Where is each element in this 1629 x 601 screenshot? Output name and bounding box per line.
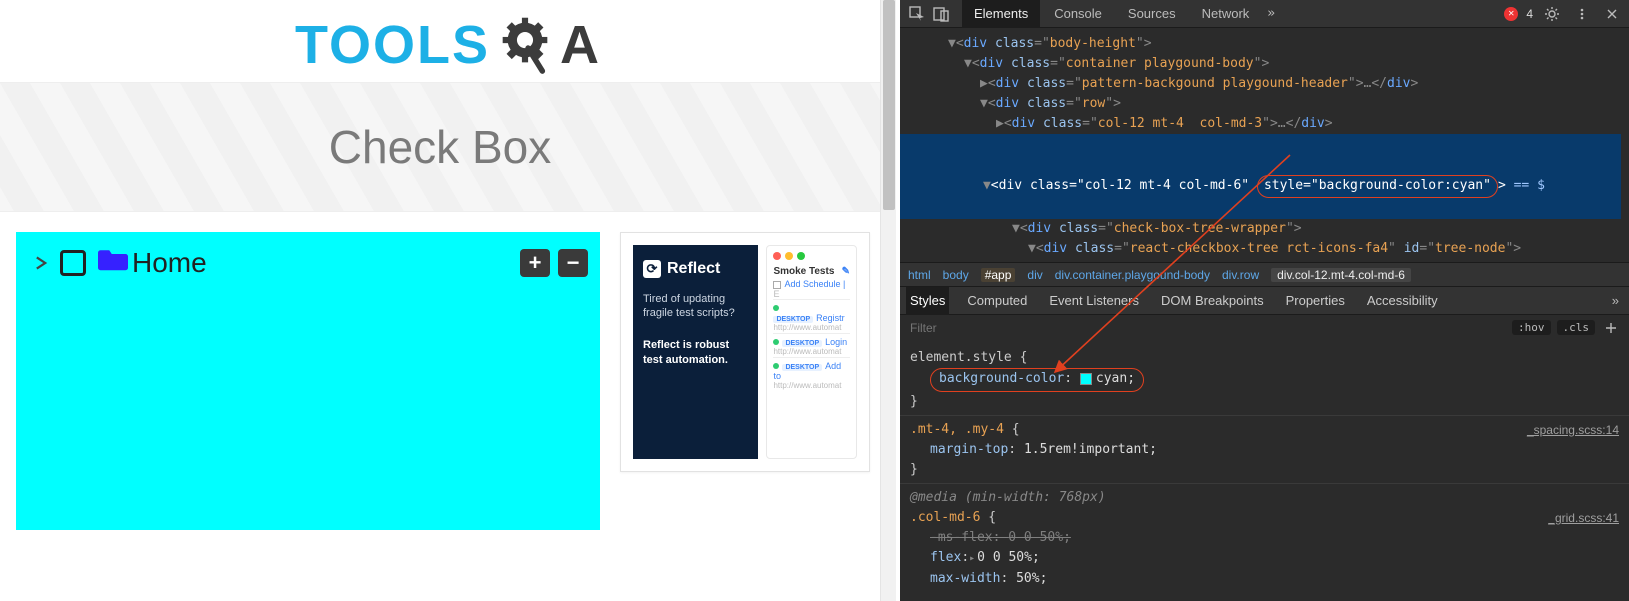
kebab-menu-icon[interactable]	[1571, 3, 1593, 25]
stab-event-listeners[interactable]: Event Listeners	[1045, 287, 1143, 315]
logo-a-text: A	[560, 14, 601, 76]
devtools-topbar: Elements Console Sources Network » ✕ 4	[900, 0, 1629, 28]
scrollbar-thumb[interactable]	[883, 0, 895, 210]
toolsqa-logo: TOOLS	[0, 0, 896, 82]
styles-filter-input[interactable]	[908, 320, 1506, 336]
styles-tabbar: Styles Computed Event Listeners DOM Brea…	[900, 286, 1629, 314]
checkbox-home[interactable]	[60, 250, 86, 276]
tab-network[interactable]: Network	[1190, 0, 1262, 28]
ad-tagline-2b: test automation.	[643, 353, 748, 367]
crumb-body[interactable]: body	[943, 268, 969, 282]
ad-tagline-1: Tired of updating fragile test scripts?	[643, 292, 748, 321]
reflect-logo-icon: ⟳	[643, 260, 661, 278]
dom-tree[interactable]: ▼<div class="body-height"> ▼<div class="…	[900, 28, 1629, 262]
ad-card[interactable]: ⟳ Reflect Tired of updating fragile test…	[620, 232, 870, 472]
logo-tools-text: TOOLS	[295, 14, 490, 76]
crumb-html[interactable]: html	[908, 268, 931, 282]
playground-header: Check Box	[0, 82, 880, 212]
hov-toggle[interactable]: :hov	[1512, 320, 1551, 335]
checkbox-tree-panel: Home + −	[16, 232, 600, 530]
stab-accessibility[interactable]: Accessibility	[1363, 287, 1442, 315]
color-swatch-icon	[1080, 373, 1092, 385]
source-link-spacing[interactable]: _spacing.scss:14	[1527, 420, 1619, 440]
new-style-rule-icon[interactable]	[1601, 318, 1621, 338]
devtools-panel: Elements Console Sources Network » ✕ 4 ▼…	[900, 0, 1629, 601]
dom-selected-node[interactable]: ⋯ ▼<div class="col-12 mt-4 col-md-6" sty…	[900, 134, 1621, 219]
ad-tagline-2a: Reflect is robust	[643, 338, 748, 352]
rule-mt4[interactable]: _spacing.scss:14 .mt-4, .my-4 { margin-t…	[900, 415, 1629, 483]
stab-styles[interactable]: Styles	[906, 287, 949, 315]
scrollbar[interactable]	[880, 0, 896, 601]
error-count[interactable]: 4	[1526, 7, 1533, 21]
tab-elements[interactable]: Elements	[962, 0, 1040, 28]
cls-toggle[interactable]: .cls	[1557, 320, 1596, 335]
error-badge-icon[interactable]: ✕	[1504, 7, 1518, 21]
stab-computed[interactable]: Computed	[963, 287, 1031, 315]
rule-col-md-6[interactable]: @media (min-width: 768px) _grid.scss:41 …	[900, 483, 1629, 590]
crumb-row[interactable]: div.row	[1222, 268, 1259, 282]
dom-breadcrumb[interactable]: html body #app div div.container.playgou…	[900, 262, 1629, 286]
gear-icon[interactable]	[1541, 3, 1563, 25]
styles-more-chevron-icon[interactable]: »	[1608, 287, 1623, 315]
styles-filter-row: :hov .cls	[900, 314, 1629, 340]
stab-dom-breakpoints[interactable]: DOM Breakpoints	[1157, 287, 1268, 315]
tree-toggle[interactable]	[28, 250, 54, 276]
highlighted-style-attr: style="background-color:cyan"	[1257, 175, 1498, 198]
page-title: Check Box	[329, 120, 551, 174]
collapse-all-button[interactable]: −	[558, 249, 588, 277]
tree-node-label[interactable]: Home	[132, 247, 207, 279]
crumb-app[interactable]: #app	[981, 268, 1016, 282]
tab-console[interactable]: Console	[1042, 0, 1114, 28]
crumb-selected[interactable]: div.col-12.mt-4.col-md-6	[1271, 268, 1411, 282]
browser-view: TOOLS	[0, 0, 896, 601]
device-toolbar-icon[interactable]	[930, 3, 952, 25]
more-tabs-chevron-icon[interactable]: »	[1267, 6, 1275, 21]
folder-icon	[98, 246, 128, 280]
expand-all-button[interactable]: +	[520, 249, 550, 277]
close-icon[interactable]	[1601, 3, 1623, 25]
gear-icon-logo	[494, 14, 556, 76]
pencil-icon: ✎	[842, 266, 850, 277]
inspect-element-icon[interactable]	[906, 3, 928, 25]
content-row: Home + − ⟳ Reflect Tired of updating fra…	[0, 212, 880, 530]
stab-properties[interactable]: Properties	[1282, 287, 1349, 315]
traffic-light-icon	[773, 252, 850, 260]
tree-options: + −	[520, 249, 588, 277]
crumb-container[interactable]: div.container.playgound-body	[1055, 268, 1210, 282]
tab-sources[interactable]: Sources	[1116, 0, 1188, 28]
crumb-div1[interactable]: div	[1027, 268, 1042, 282]
rule-element-style[interactable]: element.style { background-color: cyan; …	[900, 344, 1629, 415]
tree-node-home: Home + −	[28, 246, 588, 280]
highlighted-bg-declaration: background-color: cyan;	[930, 368, 1144, 392]
ad-brand-name: Reflect	[667, 259, 720, 280]
ad-right-pane: Smoke Tests ✎ Add Schedule | E DESKTOPRe…	[766, 245, 857, 459]
ad-mini-title: Smoke Tests	[773, 266, 834, 277]
styles-body[interactable]: element.style { background-color: cyan; …	[900, 340, 1629, 590]
source-link-grid[interactable]: _grid.scss:41	[1548, 508, 1619, 528]
ad-add-schedule: Add Schedule	[784, 279, 840, 289]
ad-column: ⟳ Reflect Tired of updating fragile test…	[620, 232, 870, 530]
ad-left-pane: ⟳ Reflect Tired of updating fragile test…	[633, 245, 758, 459]
